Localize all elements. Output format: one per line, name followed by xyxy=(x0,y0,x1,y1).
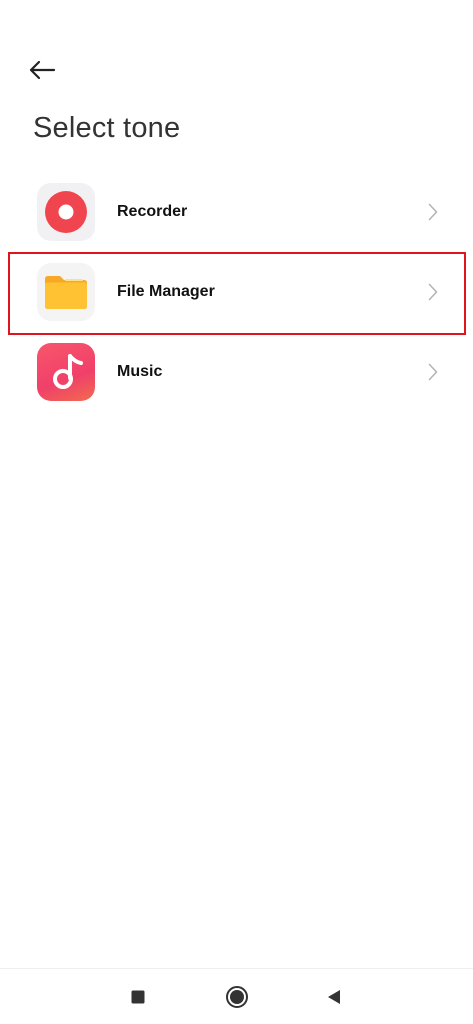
app-row-recorder[interactable]: Recorder xyxy=(0,172,473,252)
music-note-icon xyxy=(37,343,95,401)
square-icon xyxy=(131,990,145,1004)
recorder-icon xyxy=(37,183,95,241)
app-label: Recorder xyxy=(117,203,188,220)
recents-button[interactable] xyxy=(126,985,150,1009)
home-button[interactable] xyxy=(225,985,249,1009)
arrow-left-icon xyxy=(29,60,56,80)
app-label: Music xyxy=(117,363,163,380)
triangle-back-icon xyxy=(328,990,340,1004)
chevron-right-icon xyxy=(427,363,439,381)
nav-back-button[interactable] xyxy=(322,985,346,1009)
app-row-file-manager[interactable]: File Manager xyxy=(0,252,473,332)
page-title: Select tone xyxy=(33,112,181,144)
back-button[interactable] xyxy=(28,56,68,84)
navigation-bar xyxy=(0,968,473,1024)
app-label: File Manager xyxy=(117,283,215,300)
circle-icon xyxy=(226,986,248,1008)
app-list: Recorder File Manager Music xyxy=(0,172,473,412)
folder-icon xyxy=(37,263,95,321)
app-row-music[interactable]: Music xyxy=(0,332,473,412)
chevron-right-icon xyxy=(427,283,439,301)
chevron-right-icon xyxy=(427,203,439,221)
